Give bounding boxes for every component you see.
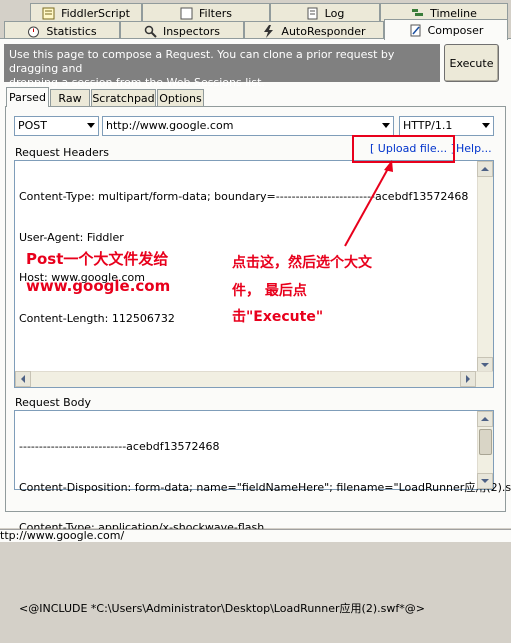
chevron-down-icon <box>481 479 489 483</box>
status-url: ttp://www.google.com/ <box>0 529 125 542</box>
status-bar: ttp://www.google.com/ <box>0 529 511 542</box>
scroll-thumb[interactable] <box>479 429 492 455</box>
highlight-box <box>352 135 455 163</box>
chevron-up-icon <box>481 417 489 421</box>
tab-parsed[interactable]: Parsed <box>6 87 49 107</box>
scroll-down-button[interactable] <box>477 473 493 489</box>
body-line: Content-Disposition: form-data; name="fi… <box>19 480 511 494</box>
body-vertical-scrollbar[interactable] <box>477 411 493 489</box>
tab-label: Composer <box>427 23 484 37</box>
pointer-arrow <box>344 164 391 247</box>
request-body-label: Request Body <box>15 396 91 409</box>
body-line: ---------------------------acebdf1357246… <box>19 440 220 453</box>
tab-composer[interactable]: Composer <box>384 19 508 40</box>
body-line: <@INCLUDE *C:\Users\Administrator\Deskto… <box>19 602 425 615</box>
composer-icon <box>409 24 422 37</box>
body-content: ---------------------------acebdf1357246… <box>19 413 511 643</box>
body-line <box>19 562 511 576</box>
request-body-textarea[interactable]: ---------------------------acebdf1357246… <box>14 410 511 615</box>
scroll-up-button[interactable] <box>477 411 493 427</box>
